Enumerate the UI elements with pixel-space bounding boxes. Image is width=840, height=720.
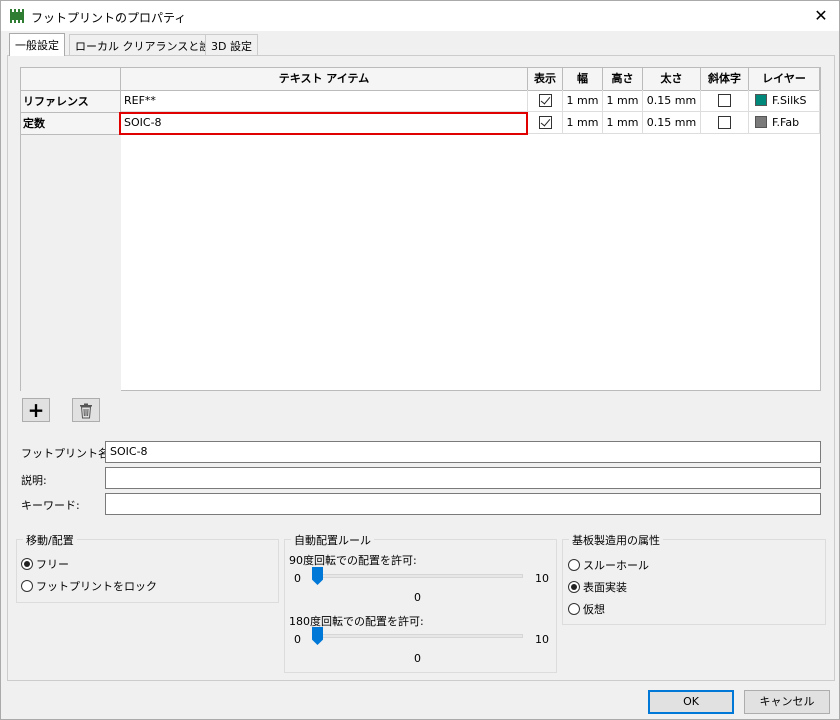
radio-icon[interactable] <box>568 581 580 593</box>
show-checkbox[interactable] <box>538 93 552 107</box>
rotate-180-label: 180度回転での配置を許可: <box>289 615 424 628</box>
column-header-italic[interactable]: 斜体字 <box>701 68 749 91</box>
cell-layer-value[interactable]: F.Fab <box>749 112 820 134</box>
footprint-app-icon <box>10 9 24 23</box>
radio-lock-footprint[interactable]: フットプリントをロック <box>21 578 157 594</box>
rotate-90-max: 10 <box>535 572 549 585</box>
layer-color-swatch <box>755 94 767 106</box>
radio-lock-label: フットプリントをロック <box>36 580 157 593</box>
rotate-180-min: 0 <box>294 633 301 646</box>
plus-icon: + <box>27 398 45 422</box>
tab-general[interactable]: 一般設定 <box>9 33 65 56</box>
column-header-text-item[interactable]: テキスト アイテム <box>121 68 528 91</box>
cell-width-value[interactable]: 1 mm <box>563 112 603 134</box>
keywords-field[interactable] <box>105 493 821 515</box>
add-field-button[interactable]: + <box>22 398 50 422</box>
window-title: フットプリントのプロパティ <box>31 11 187 25</box>
rotate-90-slider-track[interactable] <box>312 574 523 578</box>
rotate-180-max: 10 <box>535 633 549 646</box>
cancel-button[interactable]: キャンセル <box>744 690 830 714</box>
cell-height-value[interactable]: 1 mm <box>603 112 643 134</box>
cell-thickness-reference[interactable]: 0.15 mm <box>643 90 701 112</box>
cell-height-reference[interactable]: 1 mm <box>603 90 643 112</box>
footprint-name-label: フットプリント名: <box>21 447 113 460</box>
radio-icon[interactable] <box>568 603 580 615</box>
fabrication-attributes-title: 基板製造用の属性 <box>569 532 663 548</box>
show-checkbox[interactable] <box>538 115 552 129</box>
layer-name: F.Fab <box>772 116 800 129</box>
cell-layer-reference[interactable]: F.SilkS <box>749 90 820 112</box>
layer-color-swatch <box>755 116 767 128</box>
radio-icon[interactable] <box>568 559 580 571</box>
row-label-column <box>21 91 121 391</box>
column-header-width[interactable]: 幅 <box>563 68 603 91</box>
italic-checkbox[interactable] <box>718 93 731 107</box>
radio-smd[interactable]: 表面実装 <box>568 579 627 595</box>
title-bar: フットプリントのプロパティ ✕ <box>1 1 839 31</box>
cell-text-reference[interactable]: REF** <box>121 90 528 112</box>
radio-virtual-label: 仮想 <box>583 603 605 616</box>
radio-free-label: フリー <box>36 558 69 571</box>
radio-icon[interactable] <box>21 558 33 570</box>
keywords-label: キーワード: <box>21 499 80 512</box>
row-label-reference[interactable]: リファレンス <box>21 91 121 113</box>
italic-checkbox[interactable] <box>718 115 731 129</box>
radio-through-hole-label: スルーホール <box>583 559 649 572</box>
row-label-value[interactable]: 定数 <box>21 113 121 135</box>
grid-corner <box>21 68 121 91</box>
radio-free[interactable]: フリー <box>21 556 69 572</box>
cell-italic-reference[interactable] <box>701 90 749 112</box>
trash-icon <box>80 403 92 418</box>
description-field[interactable] <box>105 467 821 489</box>
tab-3d-settings[interactable]: 3D 設定 <box>205 34 258 55</box>
column-header-show[interactable]: 表示 <box>528 68 563 91</box>
radio-smd-label: 表面実装 <box>583 581 627 594</box>
rotate-90-value: 0 <box>414 591 421 604</box>
radio-through-hole[interactable]: スルーホール <box>568 557 649 573</box>
rotate-180-value: 0 <box>414 652 421 665</box>
rotate-180-slider-track[interactable] <box>312 634 523 638</box>
radio-virtual[interactable]: 仮想 <box>568 601 605 617</box>
cell-italic-value[interactable] <box>701 112 749 134</box>
autoplace-rules-title: 自動配置ルール <box>291 532 374 548</box>
properties-dialog: フットプリントのプロパティ ✕ 一般設定 ローカル クリアランスと設定 3D 設… <box>0 0 840 720</box>
move-placement-title: 移動/配置 <box>23 532 77 548</box>
rotate-90-label: 90度回転での配置を許可: <box>289 554 417 567</box>
cell-thickness-value[interactable]: 0.15 mm <box>643 112 701 134</box>
column-header-height[interactable]: 高さ <box>603 68 643 91</box>
close-icon[interactable]: ✕ <box>809 5 833 27</box>
footprint-name-field[interactable]: SOIC-8 <box>105 441 821 463</box>
radio-icon[interactable] <box>21 580 33 592</box>
cell-show-value[interactable] <box>528 112 563 134</box>
cell-width-reference[interactable]: 1 mm <box>563 90 603 112</box>
rotate-90-min: 0 <box>294 572 301 585</box>
description-label: 説明: <box>21 474 47 487</box>
cell-show-reference[interactable] <box>528 90 563 112</box>
layer-name: F.SilkS <box>772 94 807 107</box>
column-header-thickness[interactable]: 太さ <box>643 68 701 91</box>
column-header-layer[interactable]: レイヤー <box>749 68 820 91</box>
cell-text-value[interactable]: SOIC-8 <box>121 112 528 134</box>
delete-field-button[interactable] <box>72 398 100 422</box>
ok-button[interactable]: OK <box>648 690 734 714</box>
tab-local-clearance[interactable]: ローカル クリアランスと設定 <box>69 34 228 55</box>
